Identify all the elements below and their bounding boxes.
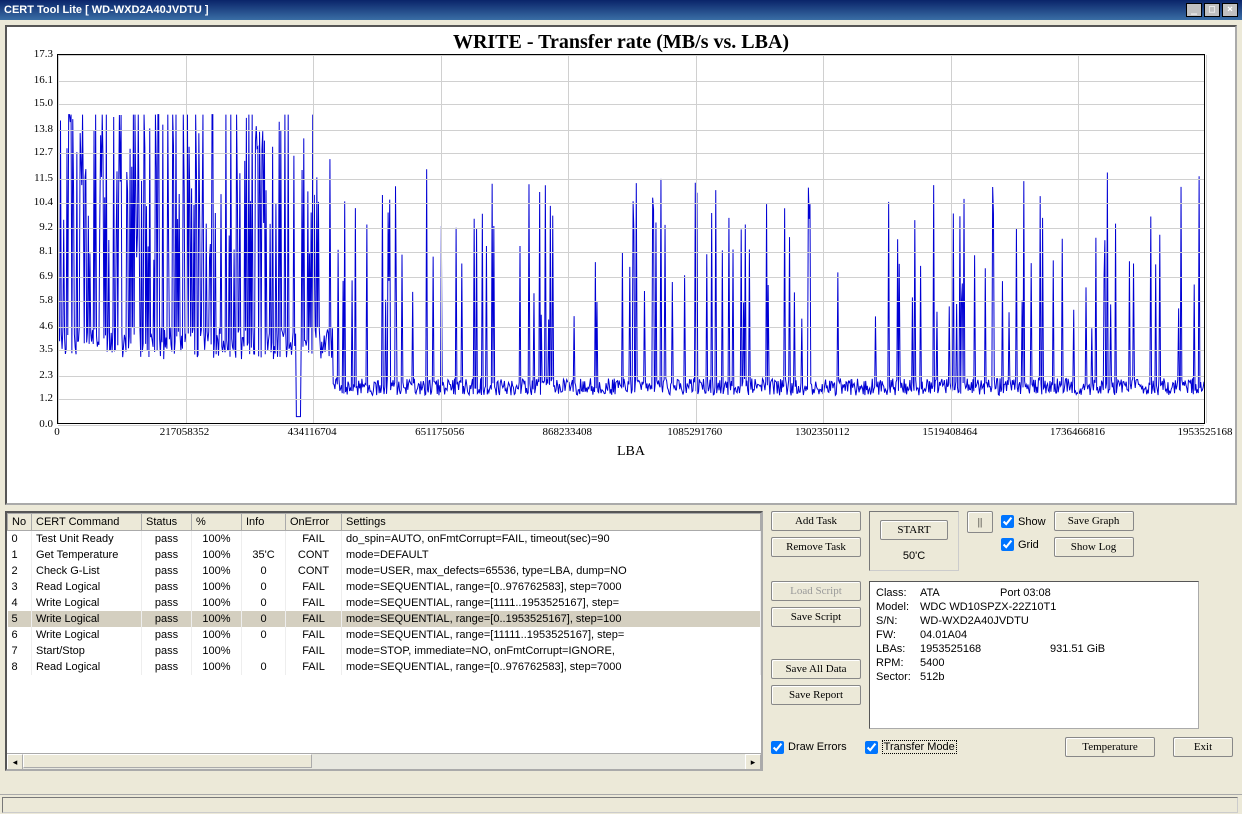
minimize-button[interactable]: _ — [1186, 3, 1202, 17]
scroll-thumb[interactable] — [23, 754, 312, 768]
y-tick: 4.6 — [39, 320, 53, 332]
start-panel: START 50'C — [869, 511, 959, 571]
x-tick: 651175056 — [415, 426, 464, 438]
y-tick: 2.3 — [39, 369, 53, 381]
temperature-value: 50'C — [903, 550, 925, 562]
remove-task-button[interactable]: Remove Task — [771, 537, 861, 557]
transfer-rate-line — [58, 115, 1204, 417]
table-row[interactable]: 5Write Logicalpass100%0FAILmode=SEQUENTI… — [8, 611, 761, 627]
load-script-button[interactable]: Load Script — [771, 581, 861, 601]
x-axis-label: LBA — [617, 444, 645, 460]
y-axis: 0.01.22.33.54.65.86.98.19.210.411.512.71… — [25, 54, 55, 424]
save-all-data-button[interactable]: Save All Data — [771, 659, 861, 679]
plot-area[interactable] — [57, 54, 1205, 424]
col-header[interactable]: % — [192, 514, 242, 531]
y-tick: 10.4 — [34, 196, 53, 208]
save-report-button[interactable]: Save Report — [771, 685, 861, 705]
y-tick: 6.9 — [39, 270, 53, 282]
col-header[interactable]: Info — [242, 514, 286, 531]
y-tick: 11.5 — [34, 172, 53, 184]
y-tick: 16.1 — [34, 74, 53, 86]
draw-errors-checkbox[interactable]: Draw Errors — [771, 741, 847, 754]
drive-info-panel: Class:ATAPort 03:08 Model:WDC WD10SPZX-2… — [869, 581, 1199, 729]
x-tick: 1519408464 — [922, 426, 977, 438]
y-tick: 12.7 — [34, 146, 53, 158]
y-tick: 8.1 — [39, 245, 53, 257]
scroll-right-button[interactable]: ▸ — [745, 754, 761, 770]
chart-panel: WRITE - Transfer rate (MB/s vs. LBA) 0.0… — [5, 25, 1237, 505]
transfer-mode-checkbox[interactable]: Transfer Mode — [865, 740, 957, 754]
x-tick: 868233408 — [542, 426, 592, 438]
table-row[interactable]: 6Write Logicalpass100%0FAILmode=SEQUENTI… — [8, 627, 761, 643]
x-axis: LBA 0 217058352 434116704 651175056 86823340… — [57, 426, 1205, 462]
table-row[interactable]: 0Test Unit Readypass100%FAILdo_spin=AUTO… — [8, 531, 761, 548]
save-script-button[interactable]: Save Script — [771, 607, 861, 627]
x-tick: 217058352 — [160, 426, 210, 438]
y-tick: 15.0 — [34, 97, 53, 109]
col-header[interactable]: OnError — [286, 514, 342, 531]
horizontal-scrollbar[interactable]: ◂ ▸ — [7, 753, 761, 769]
x-tick: 1736466816 — [1050, 426, 1105, 438]
scroll-track[interactable] — [23, 754, 745, 769]
window-title: CERT Tool Lite [ WD-WXD2A40JVDTU ] — [4, 4, 209, 16]
close-button[interactable]: × — [1222, 3, 1238, 17]
y-tick: 9.2 — [39, 221, 53, 233]
window-controls: _ □ × — [1186, 3, 1238, 17]
add-task-button[interactable]: Add Task — [771, 511, 861, 531]
start-button[interactable]: START — [880, 520, 948, 540]
x-tick: 1085291760 — [667, 426, 722, 438]
col-header[interactable]: Settings — [342, 514, 761, 531]
table-row[interactable]: 8Read Logicalpass100%0FAILmode=SEQUENTIA… — [8, 659, 761, 675]
grid-checkbox[interactable]: Grid — [1001, 538, 1046, 551]
y-tick: 13.8 — [34, 123, 53, 135]
exit-button[interactable]: Exit — [1173, 737, 1233, 757]
table-row[interactable]: 1Get Temperaturepass100%35'CCONTmode=DEF… — [8, 547, 761, 563]
y-tick: 0.0 — [39, 418, 53, 430]
table-row[interactable]: 7Start/Stoppass100%FAILmode=STOP, immedi… — [8, 643, 761, 659]
scroll-left-button[interactable]: ◂ — [7, 754, 23, 770]
titlebar: CERT Tool Lite [ WD-WXD2A40JVDTU ] _ □ × — [0, 0, 1242, 20]
table-row[interactable]: 2Check G-Listpass100%0CONTmode=USER, max… — [8, 563, 761, 579]
y-tick: 1.2 — [39, 392, 53, 404]
col-header[interactable]: No — [8, 514, 32, 531]
chart-title: WRITE - Transfer rate (MB/s vs. LBA) — [15, 31, 1227, 54]
maximize-button[interactable]: □ — [1204, 3, 1220, 17]
y-tick: 3.5 — [39, 343, 53, 355]
table-row[interactable]: 4Write Logicalpass100%0FAILmode=SEQUENTI… — [8, 595, 761, 611]
save-graph-button[interactable]: Save Graph — [1054, 511, 1134, 531]
y-tick: 5.8 — [39, 294, 53, 306]
x-tick: 1302350112 — [795, 426, 850, 438]
status-bar — [0, 794, 1242, 814]
show-log-button[interactable]: Show Log — [1054, 537, 1134, 557]
col-header[interactable]: Status — [142, 514, 192, 531]
x-tick: 434116704 — [288, 426, 337, 438]
status-cell — [2, 797, 1238, 813]
show-checkbox[interactable]: Show — [1001, 515, 1046, 528]
y-tick: 17.3 — [34, 48, 53, 60]
table-row[interactable]: 3Read Logicalpass100%0FAILmode=SEQUENTIA… — [8, 579, 761, 595]
temperature-button[interactable]: Temperature — [1065, 737, 1155, 757]
x-tick: 1953525168 — [1178, 426, 1233, 438]
pause-button[interactable]: || — [967, 511, 993, 533]
col-header[interactable]: CERT Command — [32, 514, 142, 531]
x-tick: 0 — [54, 426, 60, 438]
task-table[interactable]: NoCERT CommandStatus%InfoOnErrorSettings… — [5, 511, 763, 771]
